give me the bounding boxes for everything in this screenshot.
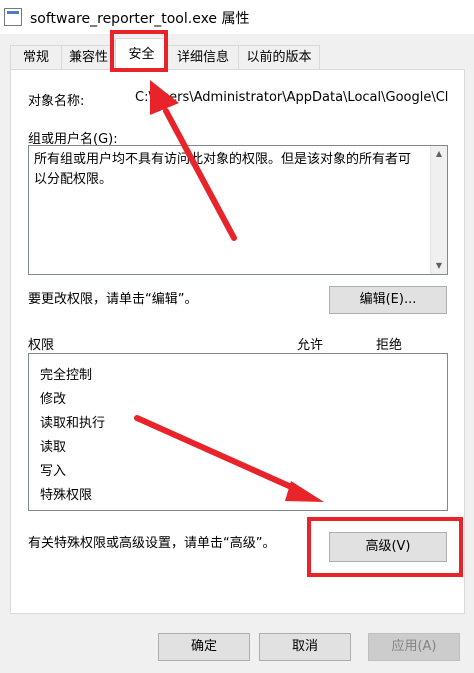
deny-header: 拒绝 <box>376 338 403 353</box>
ok-button[interactable]: 确定 <box>158 633 250 661</box>
tab-compatibility[interactable]: 兼容性 <box>61 45 116 69</box>
window-title: software_reporter_tool.exe 属性 <box>30 11 250 27</box>
advanced-hint: 有关特殊权限或高级设置，请单击“高级”。 <box>28 536 276 551</box>
groups-message: 所有组或用户均不具有访问此对象的权限。但是该对象的所有者可以分配权限。 <box>34 152 412 187</box>
object-name-label: 对象名称: <box>28 94 85 109</box>
allow-header: 允许 <box>297 338 324 353</box>
permissions-header: 权限 <box>28 338 55 353</box>
groups-listbox[interactable]: 所有组或用户均不具有访问此对象的权限。但是该对象的所有者可以分配权限。 ▲ ▼ <box>28 145 448 275</box>
tab-security[interactable]: 安全 <box>115 38 168 70</box>
advanced-button[interactable]: 高级(V) <box>329 532 447 562</box>
security-panel: 对象名称: C:\Users\Administrator\AppData\Loc… <box>10 69 465 614</box>
permission-item: 完全控制 <box>40 368 93 383</box>
cancel-button[interactable]: 取消 <box>259 633 351 661</box>
apply-button[interactable]: 应用(A) <box>368 633 460 661</box>
permission-item: 读取和执行 <box>40 416 106 431</box>
edit-button[interactable]: 编辑(E)... <box>329 286 447 314</box>
tab-general[interactable]: 常规 <box>10 45 62 69</box>
permission-item: 读取 <box>40 440 67 455</box>
tab-details[interactable]: 详细信息 <box>167 45 239 69</box>
permissions-list[interactable]: 完全控制 修改 读取和执行 读取 写入 特殊权限 <box>28 353 448 511</box>
permission-item: 写入 <box>40 464 67 479</box>
permission-item: 修改 <box>40 392 67 407</box>
permission-item: 特殊权限 <box>40 488 93 503</box>
scroll-down-icon[interactable]: ▼ <box>431 258 447 274</box>
groups-scrollbar[interactable]: ▲ ▼ <box>430 146 447 274</box>
edit-hint: 要更改权限，请单击“编辑”。 <box>28 292 198 307</box>
scroll-up-icon[interactable]: ▲ <box>431 146 447 162</box>
tab-previous-versions[interactable]: 以前的版本 <box>238 45 320 69</box>
exe-file-icon <box>4 8 22 26</box>
object-name-value: C:\Users\Administrator\AppData\Local\Goo… <box>135 90 449 105</box>
title-bar: software_reporter_tool.exe 属性 <box>0 0 474 34</box>
